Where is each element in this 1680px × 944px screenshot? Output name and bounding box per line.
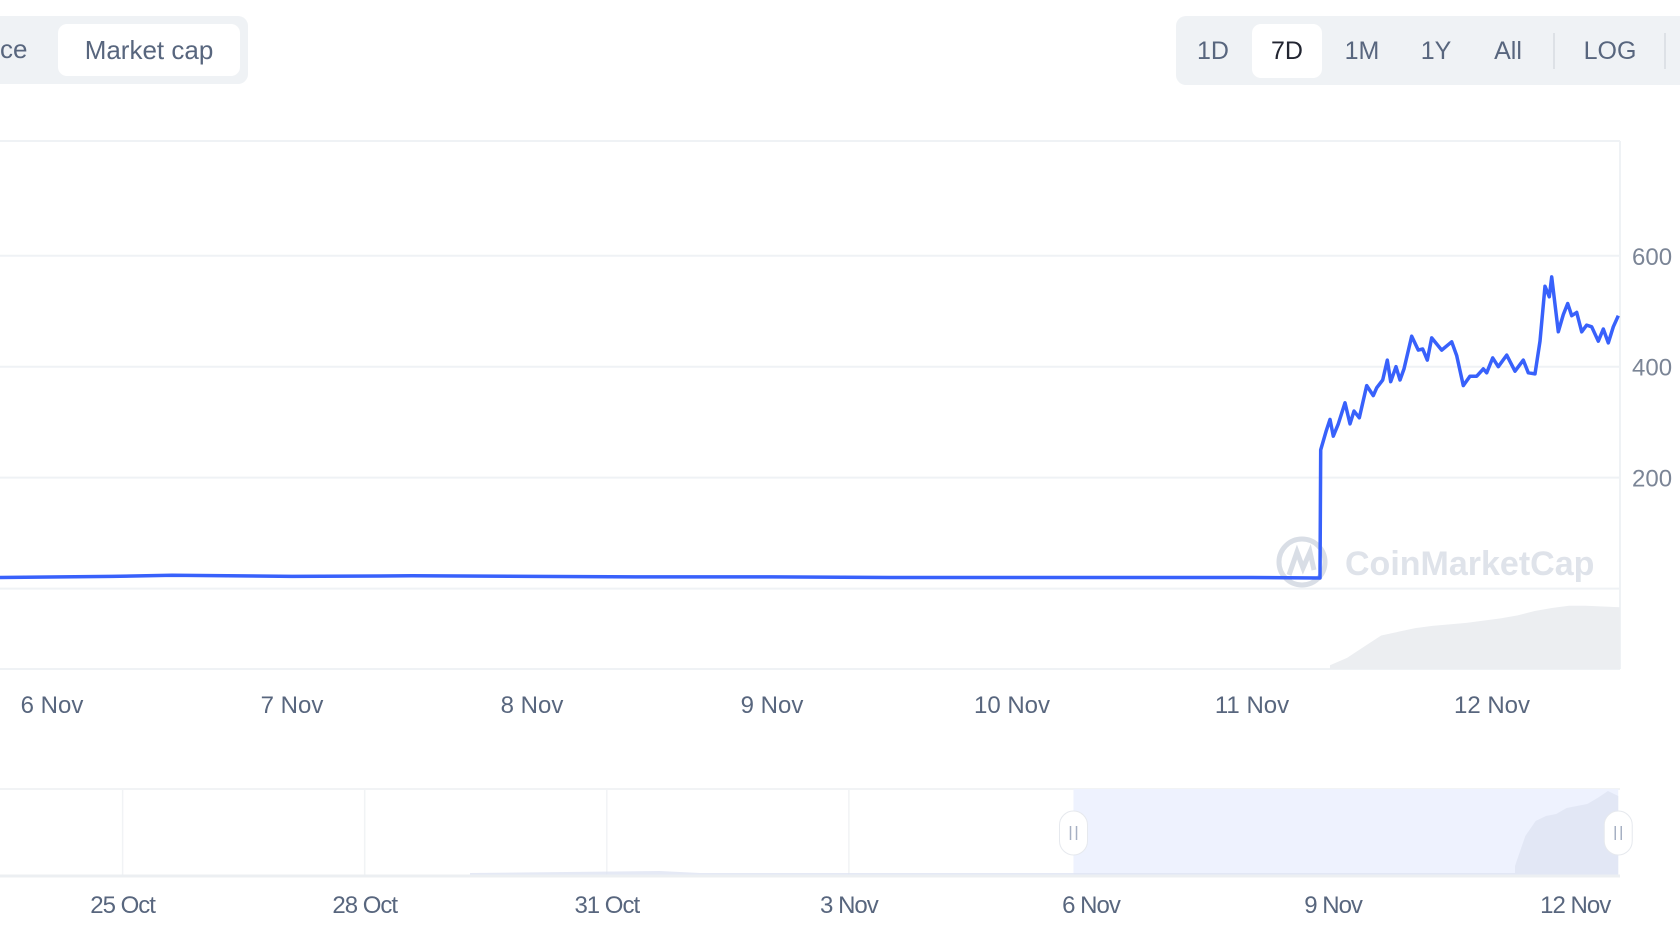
x-tick-label: 6 Nov bbox=[21, 692, 84, 719]
navigator-right-handle[interactable] bbox=[1603, 810, 1633, 856]
x-tick-label: 10 Nov bbox=[974, 692, 1050, 719]
x-tick-label: 12 Nov bbox=[1454, 692, 1530, 719]
y-tick-label: 600 bbox=[1632, 244, 1672, 271]
y-tick-label: 400 bbox=[1632, 355, 1672, 382]
x-tick-label: 9 Nov bbox=[741, 692, 804, 719]
market-cap-line bbox=[0, 275, 1620, 580]
volume-area bbox=[1330, 605, 1620, 669]
navigator-x-tick-label: 3 Nov bbox=[820, 892, 879, 919]
handle-body bbox=[1059, 810, 1089, 856]
navigator-x-tick-label: 9 Nov bbox=[1304, 892, 1363, 919]
x-tick-label: 7 Nov bbox=[261, 692, 324, 719]
y-tick-label: 200 bbox=[1632, 466, 1672, 493]
navigator-x-tick-label: 25 Oct bbox=[90, 892, 156, 919]
watermark-text: CoinMarketCap bbox=[1345, 545, 1594, 583]
x-tick-label: 11 Nov bbox=[1215, 692, 1289, 719]
navigator-x-tick-label: 31 Oct bbox=[574, 892, 640, 919]
handle-body bbox=[1603, 810, 1633, 856]
navigator-left-handle[interactable] bbox=[1059, 810, 1089, 856]
x-tick-label: 8 Nov bbox=[501, 692, 564, 719]
market-cap-chart[interactable]: CoinMarketCap 200 400 600 6 Nov 7 Nov 8 Nov 9… bbox=[0, 0, 1680, 944]
navigator-x-tick-label: 6 Nov bbox=[1062, 892, 1121, 919]
navigator-x-tick-label: 28 Oct bbox=[332, 892, 398, 919]
navigator-x-tick-label: 12 Nov bbox=[1540, 892, 1611, 919]
